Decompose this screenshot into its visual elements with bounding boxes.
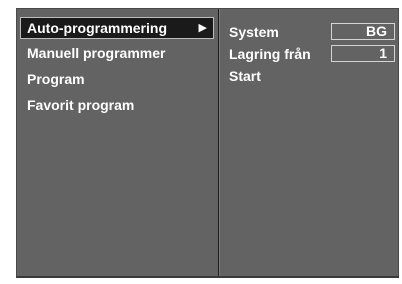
menu-item-label: Program — [27, 71, 85, 87]
tv-osd-frame: Auto-programmering ▶ Manuell programmer … — [0, 0, 402, 284]
system-value[interactable]: BG — [331, 23, 395, 40]
menu-item-label: Auto-programmering — [27, 20, 167, 36]
start-label: Start — [229, 68, 261, 84]
menu-item-manuell-programmer[interactable]: Manuell programmer — [17, 43, 217, 65]
main-menu: Auto-programmering ▶ Manuell programmer … — [17, 17, 217, 121]
system-label: System — [229, 24, 279, 40]
submenu: System BG Lagring från 1 Start — [229, 21, 397, 87]
lagring-fran-label: Lagring från — [229, 46, 311, 62]
submenu-arrow-icon: ▶ — [198, 22, 207, 34]
menu-item-auto-programmering[interactable]: Auto-programmering ▶ — [20, 17, 214, 39]
menu-item-favorit-program[interactable]: Favorit program — [17, 95, 217, 117]
menu-item-label: Favorit program — [27, 97, 135, 113]
submenu-row-start[interactable]: Start — [229, 65, 397, 87]
menu-item-label: Manuell programmer — [27, 45, 166, 61]
menu-panel: Auto-programmering ▶ Manuell programmer … — [16, 8, 399, 278]
lagring-fran-value[interactable]: 1 — [331, 45, 395, 62]
menu-item-program[interactable]: Program — [17, 69, 217, 91]
submenu-row-lagring-fran[interactable]: Lagring från 1 — [229, 43, 397, 65]
panel-divider-highlight — [219, 9, 220, 276]
submenu-row-system[interactable]: System BG — [229, 21, 397, 43]
